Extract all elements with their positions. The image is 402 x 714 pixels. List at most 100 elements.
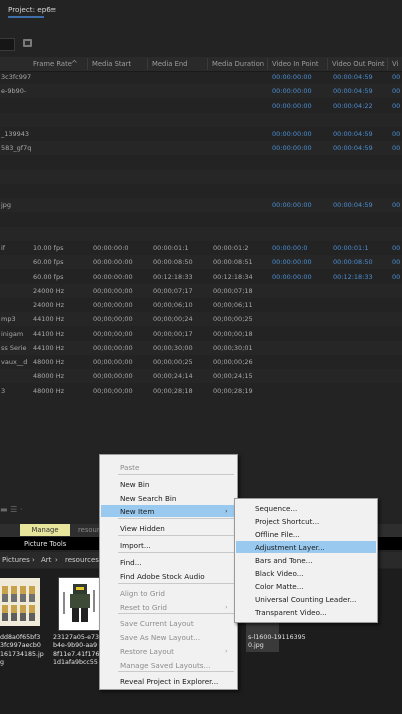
submenu-item-offline-file[interactable]: Offline File... [255, 530, 300, 539]
table-row[interactable] [0, 156, 402, 170]
table-row[interactable]: e-9b90- 00:00:00:00 00:00:04:59 00 [0, 84, 402, 99]
submenu-item-project-shortcut[interactable]: Project Shortcut... [255, 517, 319, 526]
submenu-item-sequence[interactable]: Sequence... [255, 504, 297, 513]
table-cell-vin[interactable]: 00:00:00:00 [272, 102, 312, 110]
table-row[interactable]: vaux__d 48000 Hz 00;00;00;00 00;00;00;25 00;… [0, 355, 402, 369]
project-tab[interactable]: Project: ep6 [8, 5, 51, 14]
menu-item-new-item[interactable]: New Item [120, 507, 154, 516]
breadcrumb-resources[interactable]: resources [65, 556, 99, 564]
table-cell-vout[interactable]: 00:00:04:59 [333, 87, 373, 95]
table-cell-vi[interactable]: 00 [392, 130, 400, 138]
table-cell-vin[interactable]: 00:00:00:00 [272, 258, 312, 266]
submenu-item-bars-and-tone[interactable]: Bars and Tone... [255, 556, 313, 565]
table-row[interactable] [0, 112, 402, 127]
column-video-in-point[interactable]: Video In Point [272, 60, 319, 68]
table-row[interactable]: jpg 00:00:00:00 00:00:04:59 00 [0, 198, 402, 213]
table-row[interactable]: 00:00:00:00 00:00:04:22 00 [0, 99, 402, 113]
menu-item-new-search-bin[interactable]: New Search Bin [120, 494, 176, 503]
table-cell-vin[interactable]: 00:00:00:00 [272, 87, 312, 95]
table-cell-vout[interactable]: 00:00:04:22 [333, 102, 373, 110]
menu-item-restore-layout[interactable]: Restore Layout [120, 647, 174, 656]
table-cell-vin[interactable]: 00:00:00:00 [272, 201, 312, 209]
table-row[interactable]: inigam 44100 Hz 00;00;00;00 00;00;00;17 00;0… [0, 327, 402, 341]
table-cell-vout[interactable]: 00:12:18:33 [333, 273, 373, 281]
table-row[interactable]: ss Serie 44100 Hz 00;00;00;00 00;00;30;00 00… [0, 340, 402, 355]
table-row[interactable]: if 10.00 fps 00:00:00:0 00:00:01:1 00:00:01:… [0, 241, 402, 255]
table-row[interactable]: 24000 Hz 00;00;00;00 00;00;06;10 00;00;06;1… [0, 298, 402, 312]
table-cell-vin[interactable]: 00:00:00:00 [272, 144, 312, 152]
table-cell-vi[interactable]: 00 [392, 87, 400, 95]
picture-tools-tab[interactable]: Picture Tools [24, 540, 66, 548]
table-cell-vi[interactable]: 00 [392, 102, 400, 110]
table-cell-vi[interactable]: 00 [392, 73, 400, 81]
table-row[interactable]: 60.00 fps 00:00:00:00 00:12:18:33 00:12:18:… [0, 270, 402, 284]
table-cell-vout[interactable]: 00:00:04:59 [333, 201, 373, 209]
menu-item-find-adobe-stock-audio[interactable]: Find Adobe Stock Audio [120, 572, 205, 581]
table-cell-vout[interactable]: 00:00:04:59 [333, 130, 373, 138]
table-cell-vi[interactable]: 00 [392, 144, 400, 152]
table-cell-vin[interactable]: 00:00:00:0 [272, 244, 308, 252]
column-video-out-point[interactable]: Video Out Point [332, 60, 385, 68]
table-row[interactable]: 48000 Hz 00;00;00;00 00;00;24;14 00;00;24;1… [0, 369, 402, 384]
table-cell-vout[interactable]: 00:00:04:59 [333, 73, 373, 81]
column-media-start[interactable]: Media Start [92, 60, 131, 68]
menu-item-save-current-layout[interactable]: Save Current Layout [120, 619, 194, 628]
list-view-icon[interactable]: ▬ ☰ · [0, 505, 22, 514]
column-divider[interactable] [267, 58, 268, 70]
breadcrumb-art[interactable]: Art [41, 556, 51, 564]
table-row[interactable] [0, 226, 402, 241]
table-cell-vout[interactable]: 00:00:08:50 [333, 258, 373, 266]
menu-item-align-to-grid[interactable]: Align to Grid [120, 589, 165, 598]
menu-item-paste[interactable]: Paste [120, 463, 139, 472]
file-thumbnail[interactable] [0, 578, 40, 626]
table-row[interactable]: 60.00 fps 00:00:00:00 00:00:08:50 00:00:08:… [0, 255, 402, 270]
table-row[interactable]: 3 48000 Hz 00;00;00;00 00;00;28;18 00;00;28;… [0, 384, 402, 398]
table-cell-vout[interactable]: 00:00:04:59 [333, 144, 373, 152]
ribbon-tab-resources[interactable]: resour [78, 526, 100, 534]
table-cell-vi[interactable]: 00 [392, 244, 400, 252]
search-input[interactable] [0, 38, 15, 51]
column-divider[interactable] [147, 58, 148, 70]
table-cell-vin[interactable]: 00:00:00:00 [272, 130, 312, 138]
table-row[interactable] [0, 169, 402, 184]
column-media-end[interactable]: Media End [152, 60, 188, 68]
table-row[interactable]: 3c3fc997 00:00:00:00 00:00:04:59 00 [0, 70, 402, 84]
menu-item-save-as-new-layout[interactable]: Save As New Layout... [120, 633, 200, 642]
menu-item-find[interactable]: Find... [120, 558, 142, 567]
column-divider[interactable] [87, 58, 88, 70]
table-cell-vi[interactable]: 00 [392, 273, 400, 281]
submenu-item-color-matte[interactable]: Color Matte... [255, 582, 304, 591]
table-cell-vi[interactable]: 00 [392, 201, 400, 209]
submenu-item-adjustment-layer[interactable]: Adjustment Layer... [255, 543, 325, 552]
menu-item-reveal-project-in-explorer[interactable]: Reveal Project in Explorer... [120, 677, 218, 686]
column-divider[interactable] [327, 58, 328, 70]
table-row[interactable]: 24000 Hz 00;00;00;00 00;00;07;17 00;00;07;1… [0, 283, 402, 298]
menu-item-import[interactable]: Import... [120, 541, 151, 550]
table-row[interactable] [0, 213, 402, 227]
menu-item-view-hidden[interactable]: View Hidden [120, 524, 165, 533]
menu-item-manage-saved-layouts[interactable]: Manage Saved Layouts... [120, 661, 210, 670]
column-divider[interactable] [207, 58, 208, 70]
panel-menu-icon[interactable]: ≡ [50, 5, 56, 14]
column-frame-rate[interactable]: Frame Rate [33, 60, 72, 68]
column-media-duration[interactable]: Media Duration [212, 60, 264, 68]
breadcrumb-pictures[interactable]: Pictures [2, 556, 30, 564]
table-row[interactable]: 583_gf7q 00:00:00:00 00:00:04:59 00 [0, 141, 402, 156]
table-cell-vin[interactable]: 00:00:00:00 [272, 73, 312, 81]
table-row[interactable] [0, 184, 402, 198]
column-divider[interactable] [387, 58, 388, 70]
submenu-item-transparent-video[interactable]: Transparent Video... [255, 608, 327, 617]
table-row[interactable]: mp3 44100 Hz 00;00;00;00 00;00;00;24 00;00;0… [0, 312, 402, 327]
table-row[interactable]: _139943 00:00:00:00 00:00:04:59 00 [0, 127, 402, 141]
file-thumbnail[interactable] [58, 577, 102, 631]
table-cell-vin[interactable]: 00:00:00:00 [272, 273, 312, 281]
menu-item-reset-to-grid[interactable]: Reset to Grid [120, 603, 167, 612]
ribbon-tab-manage[interactable]: Manage [20, 524, 70, 536]
table-cell-vi[interactable]: 00 [392, 258, 400, 266]
submenu-item-black-video[interactable]: Black Video... [255, 569, 304, 578]
sort-ascending-icon[interactable]: ^ [71, 59, 78, 68]
new-bin-icon[interactable] [23, 39, 32, 47]
menu-item-new-bin[interactable]: New Bin [120, 480, 149, 489]
column-vi[interactable]: Vi [392, 60, 398, 68]
table-cell-vout[interactable]: 00:00:01:1 [333, 244, 369, 252]
